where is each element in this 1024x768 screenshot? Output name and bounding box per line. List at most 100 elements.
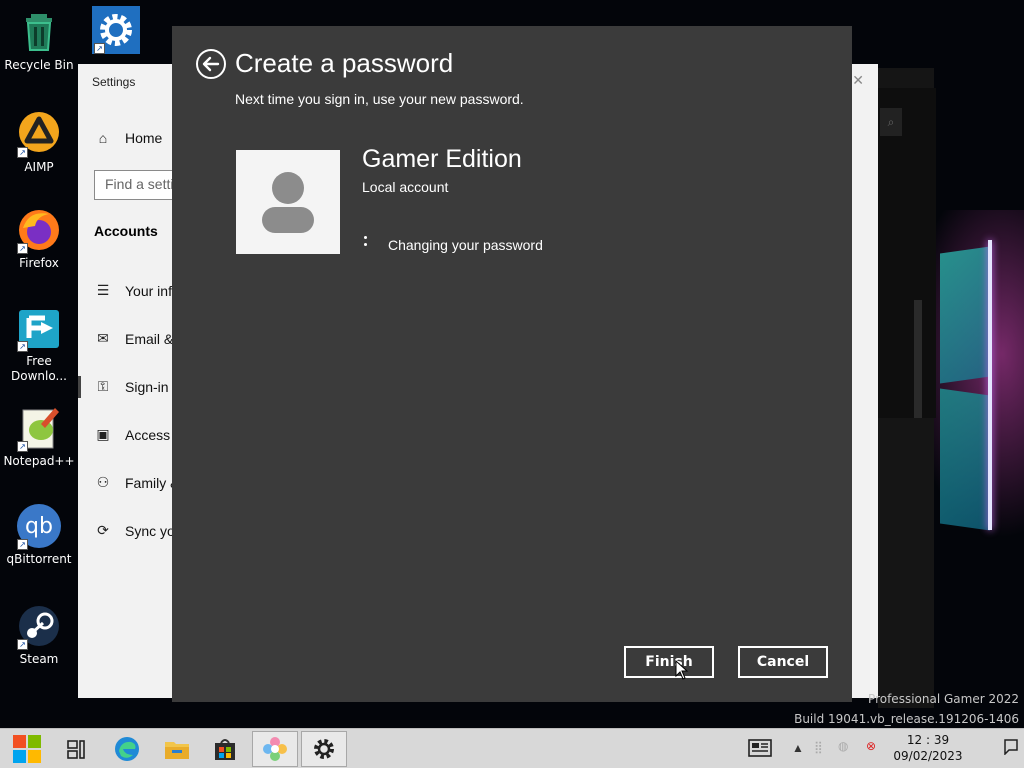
window-title: Settings xyxy=(92,75,136,89)
create-password-dialog: Create a password Next time you sign in,… xyxy=(172,26,852,702)
cancel-button[interactable]: Cancel xyxy=(738,646,828,678)
desktop-icon-free-download-manager[interactable]: ↗ Free Downlo... xyxy=(1,304,77,384)
aimp-icon: ↗ xyxy=(15,110,63,158)
task-view-icon xyxy=(67,740,85,759)
edge-icon xyxy=(115,737,139,761)
wallpaper-light-edge xyxy=(988,240,992,530)
recycle-bin-icon xyxy=(15,8,63,56)
watermark-edition: Professional Gamer 2022 xyxy=(868,692,1019,706)
selection-indicator xyxy=(78,376,81,398)
gear-icon xyxy=(314,739,334,759)
person-list-icon: ☰ xyxy=(96,282,110,298)
wallpaper-windows-pane xyxy=(940,246,990,384)
shortcut-arrow-icon: ↗ xyxy=(94,43,105,54)
shortcut-arrow-icon: ↗ xyxy=(17,243,28,254)
clock-time: 12 : 39 xyxy=(906,733,950,747)
steam-icon: ↗ xyxy=(15,602,63,650)
background-window-panel xyxy=(878,88,936,418)
progress-spinner-icon xyxy=(362,234,372,248)
person-add-icon: ⚇ xyxy=(96,474,110,490)
network-icon[interactable]: ⣿ xyxy=(814,740,823,754)
nav-home-label: Home xyxy=(125,130,163,146)
avatar xyxy=(236,150,340,254)
nav-item-email-accounts[interactable]: ✉ Email & xyxy=(94,330,173,347)
notepadpp-icon: ↗ xyxy=(15,404,63,452)
desktop-icon-settings[interactable]: ↗ xyxy=(78,6,154,56)
svg-text:qb: qb xyxy=(25,514,53,539)
shortcut-arrow-icon: ↗ xyxy=(17,441,28,452)
file-explorer-button[interactable] xyxy=(154,731,200,767)
desktop-icon-label: Notepad++ xyxy=(3,454,75,468)
clock[interactable]: 12 : 39 09/02/2023 xyxy=(886,732,970,764)
chevron-up-icon[interactable]: ▲ xyxy=(792,741,804,755)
briefcase-icon: ▣ xyxy=(96,426,110,442)
scrollbar[interactable] xyxy=(914,300,922,418)
back-button[interactable] xyxy=(196,49,226,79)
nav-item-sign-in[interactable]: ⚿ Sign-in xyxy=(94,378,169,395)
shortcut-arrow-icon: ↗ xyxy=(17,147,28,158)
start-button[interactable] xyxy=(4,731,50,767)
account-type: Local account xyxy=(362,179,449,195)
wallpaper-windows-pane xyxy=(940,388,990,531)
back-arrow-icon xyxy=(202,56,220,72)
user-avatar-icon xyxy=(262,172,314,233)
desktop: Recycle Bin ↗ ↗ AIMP ↗ Firefox ↗ Free Do… xyxy=(0,0,1024,728)
nav-item-your-info[interactable]: ☰ Your inf xyxy=(94,282,172,299)
nav-item-label: Your inf xyxy=(125,282,172,299)
close-icon[interactable]: ✕ xyxy=(852,72,864,89)
nav-item-sync[interactable]: ⟳ Sync yo xyxy=(94,522,175,539)
desktop-icon-aimp[interactable]: ↗ AIMP xyxy=(1,110,77,175)
clock-date: 09/02/2023 xyxy=(893,749,963,763)
desktop-icon-label: Free Downlo... xyxy=(11,354,67,383)
nav-home[interactable]: ⌂ Home xyxy=(94,130,163,146)
key-icon: ⚿ xyxy=(97,378,109,394)
flower-app-icon xyxy=(263,737,287,761)
desktop-icon-notepadpp[interactable]: ↗ Notepad++ xyxy=(1,404,77,469)
desktop-icon-firefox[interactable]: ↗ Firefox xyxy=(1,206,77,271)
desktop-icon-recycle-bin[interactable]: Recycle Bin xyxy=(1,8,77,73)
email-icon: ✉ xyxy=(97,330,109,346)
firefox-icon: ↗ xyxy=(15,206,63,254)
watermark-build: Build 19041.vb_release.191206-1406 xyxy=(794,712,1019,726)
search-icon[interactable]: ⌕ xyxy=(880,108,902,136)
taskbar: ▲ ⣿ ◍ ⊗ 12 : 39 09/02/2023 xyxy=(0,728,1024,768)
dialog-subtitle: Next time you sign in, use your new pass… xyxy=(235,91,524,107)
free-download-manager-icon: ↗ xyxy=(15,304,63,352)
shortcut-arrow-icon: ↗ xyxy=(17,639,28,650)
store-button[interactable] xyxy=(202,731,248,767)
volume-icon[interactable]: ◍ xyxy=(838,739,848,753)
finish-button[interactable]: Finish xyxy=(624,646,714,678)
folder-icon xyxy=(165,742,189,759)
news-widget-icon[interactable] xyxy=(748,738,772,761)
desktop-icon-steam[interactable]: ↗ Steam xyxy=(1,602,77,667)
nav-item-label: Sign-in xyxy=(125,378,169,395)
store-icon xyxy=(215,739,235,760)
settings-app-button[interactable] xyxy=(301,731,347,767)
notification-icon[interactable] xyxy=(1004,739,1018,758)
account-name: Gamer Edition xyxy=(362,145,522,173)
desktop-icon-label: Firefox xyxy=(19,256,59,270)
dialog-title: Create a password xyxy=(235,48,454,78)
paint-app-button[interactable] xyxy=(252,731,298,767)
edge-button[interactable] xyxy=(104,731,150,767)
nav-item-access-work[interactable]: ▣ Access w xyxy=(94,426,184,443)
desktop-icon-qbittorrent[interactable]: qb ↗ qBittorrent xyxy=(1,502,77,567)
settings-gear-icon: ↗ xyxy=(92,6,140,54)
sync-icon: ⟳ xyxy=(97,522,109,538)
nav-item-family[interactable]: ⚇ Family & xyxy=(94,474,180,491)
desktop-icon-label: Recycle Bin xyxy=(4,58,74,72)
section-heading: Accounts xyxy=(94,223,158,239)
desktop-icon-label: AIMP xyxy=(24,160,54,174)
windows-logo-icon xyxy=(13,735,41,763)
task-view-button[interactable] xyxy=(54,731,100,767)
nav-item-label: Sync yo xyxy=(125,522,175,539)
error-status-icon[interactable]: ⊗ xyxy=(866,739,876,753)
mouse-cursor-icon xyxy=(675,660,689,680)
desktop-icon-label: qBittorrent xyxy=(6,552,72,566)
shortcut-arrow-icon: ↗ xyxy=(17,539,28,550)
desktop-icon-label: Steam xyxy=(19,652,59,666)
qbittorrent-icon: qb ↗ xyxy=(15,502,63,550)
home-icon: ⌂ xyxy=(98,130,108,146)
shortcut-arrow-icon: ↗ xyxy=(17,341,28,352)
nav-item-label: Email & xyxy=(125,330,174,347)
